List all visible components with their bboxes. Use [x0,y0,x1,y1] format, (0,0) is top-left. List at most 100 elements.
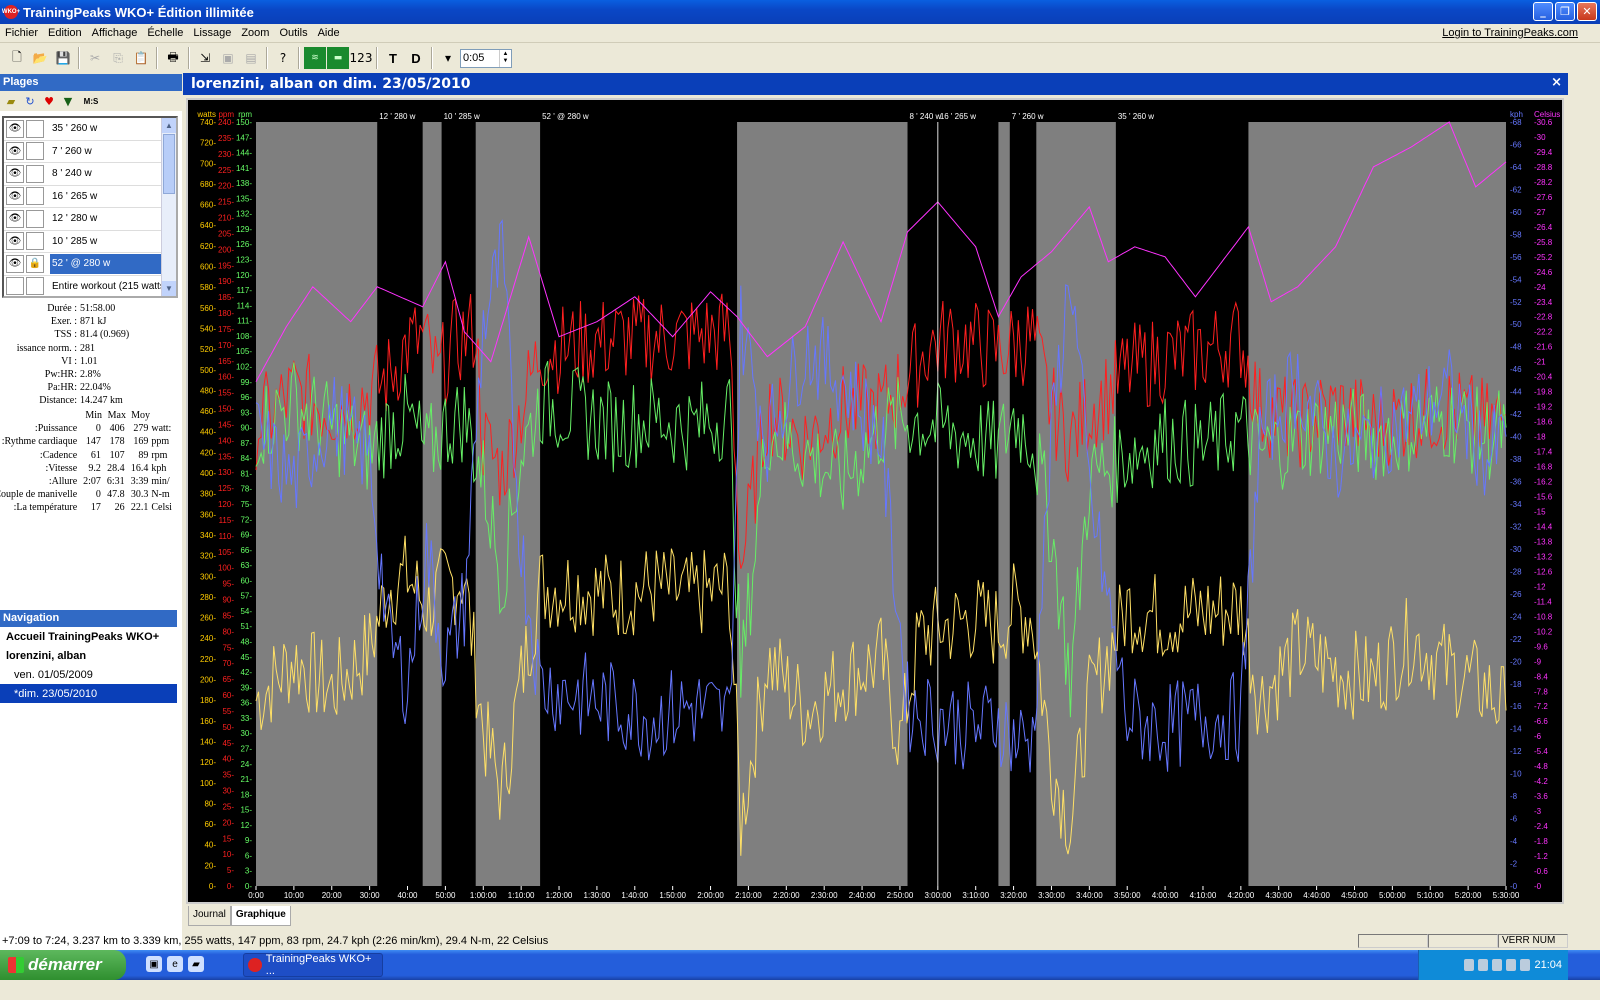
copy-icon[interactable]: ⎘ [107,47,129,69]
eye-icon[interactable]: 👁 [6,164,24,183]
range-item[interactable]: 👁 10 ' 285 w [4,231,176,253]
eye-icon[interactable]: 👁 [6,142,24,161]
menu-outils[interactable]: Outils [274,25,312,41]
tick-label-celsius: -21.6 [1534,343,1553,352]
scroll-down-icon[interactable]: ▼ [162,281,176,296]
tick-label-ppm: 105- [218,548,234,557]
tick-label-kph: -58 [1510,230,1522,239]
workout-graph[interactable]: 12 ' 280 w 10 ' 285 w 52 ' @ 280 w 8 ' 240 … [186,98,1564,904]
x-tick-label: 40:00 [397,891,418,900]
tab-journal[interactable]: Journal [188,906,231,926]
range-checkbox[interactable] [26,209,44,228]
menu-echelle[interactable]: Échelle [142,25,188,41]
range-checkbox[interactable] [26,187,44,206]
browser-icon[interactable]: e [167,956,183,972]
restore-button[interactable]: ❐ [1555,2,1575,21]
range-checkbox[interactable] [26,164,44,183]
scroll-thumb[interactable] [163,134,175,194]
range-checkbox[interactable] [26,142,44,161]
tick-label-ppm: 0- [227,882,234,891]
refresh-icon[interactable]: ↻ [23,94,37,108]
down-arrow-icon[interactable]: ▼ [61,94,75,108]
menu-aide[interactable]: Aide [313,25,345,41]
range-item[interactable]: 👁 8 ' 240 w [4,163,176,186]
tab-graphique[interactable]: Graphique [230,906,291,926]
range-item[interactable]: 👁 16 ' 265 w [4,186,176,208]
range-list-scrollbar[interactable]: ▲ ▼ [161,118,176,296]
dropdown-arrow-icon[interactable]: ▾ [437,47,459,69]
nav-item[interactable]: Accueil TrainingPeaks WKO+ [0,627,177,646]
range-checkbox[interactable] [26,277,44,296]
range-item[interactable]: 👁 7 ' 260 w [4,141,176,163]
folder-icon[interactable]: ▰ [4,94,18,108]
menu-edition[interactable]: Edition [43,25,87,41]
eye-icon[interactable]: 👁 [6,119,24,138]
tick-label-celsius: -7.8 [1534,687,1548,696]
menu-lissage[interactable]: Lissage [188,25,236,41]
eye-icon[interactable]: 👁 [6,232,24,251]
nav-item[interactable]: lorenzini, alban [0,646,177,665]
close-window-button[interactable]: ✕ [1577,2,1597,21]
volume-icon[interactable] [1520,959,1531,971]
tray-icon[interactable] [1506,959,1517,971]
document-title-bar: lorenzini, alban on dim. 23/05/2010 × [183,73,1568,95]
open-folder-icon[interactable]: 📂 [29,47,51,69]
graph-fill-icon[interactable]: ▬ [327,47,349,69]
help-icon[interactable]: ? [272,47,294,69]
eye-icon[interactable]: 👁 [6,254,24,273]
time-axis-button[interactable]: T [382,47,404,69]
range-item[interactable]: 👁 🔒 52 ' @ 280 w [4,253,176,276]
layout-icon[interactable]: ▤ [240,47,262,69]
spin-arrows-icon[interactable]: ▲ ▼ [499,49,511,67]
scroll-up-icon[interactable]: ▲ [162,118,176,133]
paste-icon[interactable]: 📋 [130,47,152,69]
eye-icon[interactable] [6,277,24,296]
x-tick-label: 4:00:00 [1152,891,1179,900]
nav-item[interactable]: ven. 01/05/2009 [0,665,177,684]
login-link[interactable]: Login to TrainingPeaks.com [1442,27,1578,39]
graph-view-icon[interactable]: ≋ [304,47,326,69]
range-item[interactable]: 👁 35 ' 260 w [4,118,176,141]
explorer-icon[interactable]: ▰ [188,956,204,972]
range-checkbox[interactable]: 🔒 [26,254,44,273]
tray-icon[interactable] [1492,959,1503,971]
metric-name: Allure: [48,476,78,488]
menu-zoom[interactable]: Zoom [236,25,274,41]
desktop-icon[interactable]: ▣ [146,956,162,972]
print-icon[interactable]: 🖶 [162,47,184,69]
taskbar-app-button[interactable]: TrainingPeaks WKO+ ... [243,953,383,977]
show-numbers-icon[interactable]: 123 [350,47,373,69]
range-checkbox[interactable] [26,119,44,138]
cut-icon[interactable]: ✂ [84,47,106,69]
interval-label: 10 ' 285 w [444,112,480,121]
tick-label-celsius: -22.8 [1534,313,1553,322]
nav-item[interactable]: *dim. 23/05/2010 [0,684,177,703]
time-format-label[interactable]: M:S [80,94,102,108]
start-button[interactable]: démarrer [0,950,126,980]
tick-label-ppm: 215- [218,198,234,207]
range-item[interactable]: 👁 12 ' 280 w [4,208,176,231]
tick-label-ppm: 70- [222,659,234,668]
range-checkbox[interactable] [26,232,44,251]
export-icon[interactable]: ⇲ [194,47,216,69]
eye-icon[interactable]: 👁 [6,209,24,228]
minimize-button[interactable]: _ [1533,2,1553,21]
tick-label-celsius: -10.2 [1534,627,1553,636]
menu-affichage[interactable]: Affichage [87,25,143,41]
eye-icon[interactable]: 👁 [6,187,24,206]
save-icon[interactable]: 💾 [52,47,74,69]
range-item[interactable]: Entire workout (215 watts [4,276,176,297]
new-file-icon[interactable]: 🗋 [6,47,28,69]
tick-label-celsius: -6.6 [1534,717,1548,726]
distance-axis-button[interactable]: D [405,47,427,69]
window-icon[interactable]: ▣ [217,47,239,69]
menu-fichier[interactable]: Fichier [0,25,43,41]
tick-label-ppm: 85- [222,611,234,620]
close-document-icon[interactable]: × [1551,75,1562,90]
stat-value: 2.8% [80,369,101,381]
tray-icon[interactable] [1478,959,1489,971]
tick-label-rpm: 39- [240,683,252,692]
smoothing-stepper[interactable]: 0:05 ▲ ▼ [460,48,512,68]
tray-icon[interactable] [1464,959,1475,971]
heart-icon[interactable]: ♥ [42,94,56,108]
